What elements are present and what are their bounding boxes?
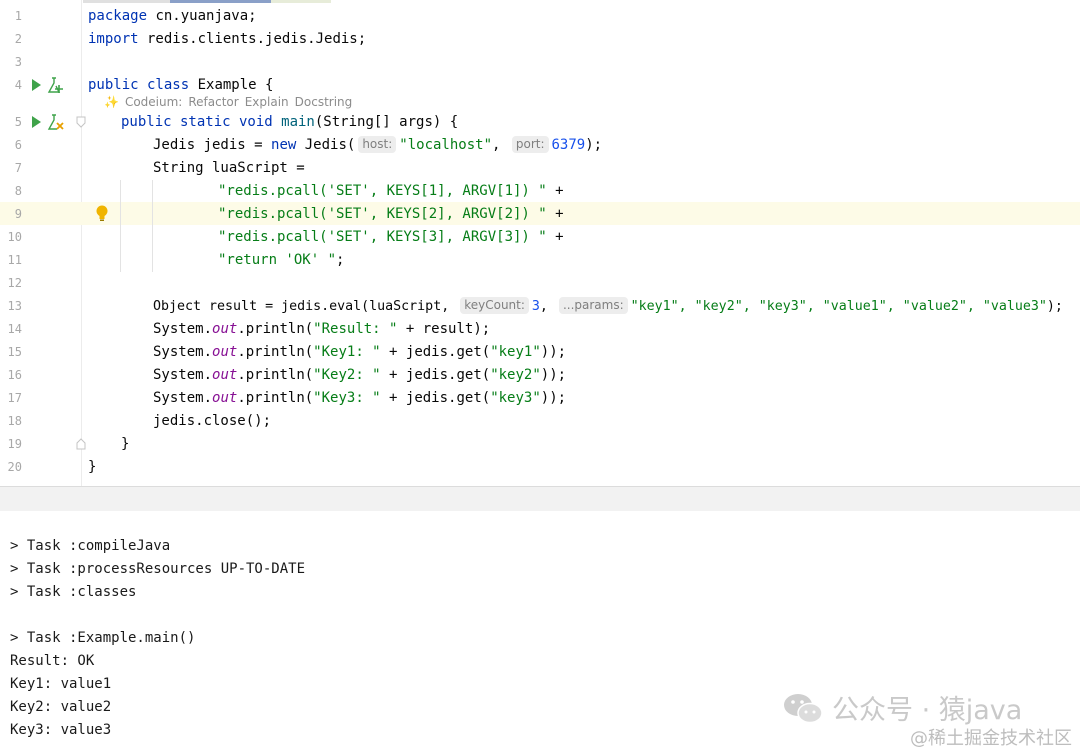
tab-indicator	[271, 0, 331, 3]
line-number: 11	[7, 253, 22, 267]
sparkle-icon: ✨	[104, 95, 119, 109]
code-line-2: import redis.clients.jedis.Jedis;	[88, 31, 367, 47]
lightbulb-icon[interactable]	[95, 205, 109, 222]
param-hint-params: ...params:	[558, 297, 628, 314]
console-line: > Task :compileJava	[10, 538, 171, 554]
line-number: 1	[14, 9, 22, 23]
line-number: 13	[7, 299, 22, 313]
line-number: 8	[14, 184, 22, 198]
line-number: 18	[7, 414, 22, 428]
fold-end-icon[interactable]	[76, 438, 86, 450]
codelens-explain[interactable]: Explain	[245, 95, 289, 109]
code-line-19: }	[121, 436, 130, 452]
code-line-15: System.out.println("Key1: " + jedis.get(…	[153, 344, 567, 360]
line-number: 12	[7, 276, 22, 290]
line-number: 5	[14, 115, 22, 129]
codelens-docstring[interactable]: Docstring	[295, 95, 353, 109]
line-number: 2	[14, 32, 22, 46]
run-class-icon[interactable]	[32, 79, 41, 91]
line-number: 6	[14, 138, 22, 152]
console-line: Key2: value2	[10, 699, 112, 715]
line-number: 20	[7, 460, 22, 474]
wechat-icon	[784, 693, 823, 723]
panel-splitter[interactable]	[0, 486, 1080, 512]
line-number: 10	[7, 230, 22, 244]
param-hint-port: port:	[511, 136, 549, 153]
run-tests-error-icon[interactable]	[47, 113, 65, 131]
line-number: 14	[7, 322, 22, 336]
console-line: > Task :classes	[10, 584, 137, 600]
console-line: Key1: value1	[10, 676, 112, 692]
line-number: 9	[14, 207, 22, 221]
code-line-14: System.out.println("Result: " + result);	[153, 321, 491, 337]
indent-guide	[120, 180, 121, 272]
line-number: 15	[7, 345, 22, 359]
code-line-1: package cn.yuanjava;	[88, 8, 257, 24]
run-tests-icon[interactable]	[47, 76, 65, 94]
line-number: 3	[14, 55, 22, 69]
fold-icon[interactable]	[76, 116, 86, 128]
code-line-16: System.out.println("Key2: " + jedis.get(…	[153, 367, 567, 383]
code-line-5: public static void main(String[] args) {	[121, 114, 459, 130]
run-main-icon[interactable]	[32, 116, 41, 128]
console-line: Result: OK	[10, 653, 95, 669]
code-line-7: String luaScript =	[153, 160, 305, 176]
console-line: > Task :processResources UP-TO-DATE	[10, 561, 306, 577]
code-line-17: System.out.println("Key3: " + jedis.get(…	[153, 390, 567, 406]
line-number: 16	[7, 368, 22, 382]
indent-guide	[152, 180, 153, 272]
code-line-10: "redis.pcall('SET', KEYS[3], ARGV[3]) " …	[218, 229, 564, 245]
code-line-9: "redis.pcall('SET', KEYS[2], ARGV[2]) " …	[218, 206, 564, 222]
code-line-6: Jedis jedis = new Jedis(host: "localhost"…	[153, 136, 603, 153]
code-line-18: jedis.close();	[153, 413, 272, 429]
watermark: 公众号 · 猿java	[782, 688, 1022, 727]
line-number: 7	[14, 161, 22, 175]
line-number: 17	[7, 391, 22, 405]
console-line: > Task :Example.main()	[10, 630, 196, 646]
param-hint-keycount: keyCount:	[460, 297, 529, 314]
line-number: 4	[14, 78, 22, 92]
code-line-8: "redis.pcall('SET', KEYS[1], ARGV[1]) " …	[218, 183, 564, 199]
code-line-11: "return 'OK' ";	[218, 252, 345, 268]
watermark-sub: @稀土掘金技术社区	[910, 728, 1072, 749]
tab-indicator-active	[170, 0, 271, 3]
param-hint-host: host:	[358, 136, 397, 153]
code-editor[interactable]: 1 2 3 4 5 6 7 8 9 10 11 12 13 14 15 16 1…	[0, 0, 1080, 486]
line-number: 19	[7, 437, 22, 451]
code-line-13: Object result = jedis.eval(luaScript, ke…	[153, 297, 1063, 314]
codelens-refactor[interactable]: Refactor	[188, 95, 238, 109]
console-line: Key3: value3	[10, 722, 112, 738]
code-line-20: }	[88, 459, 97, 475]
codeium-codelens: ✨ Codeium: Refactor Explain Docstring	[104, 95, 353, 109]
